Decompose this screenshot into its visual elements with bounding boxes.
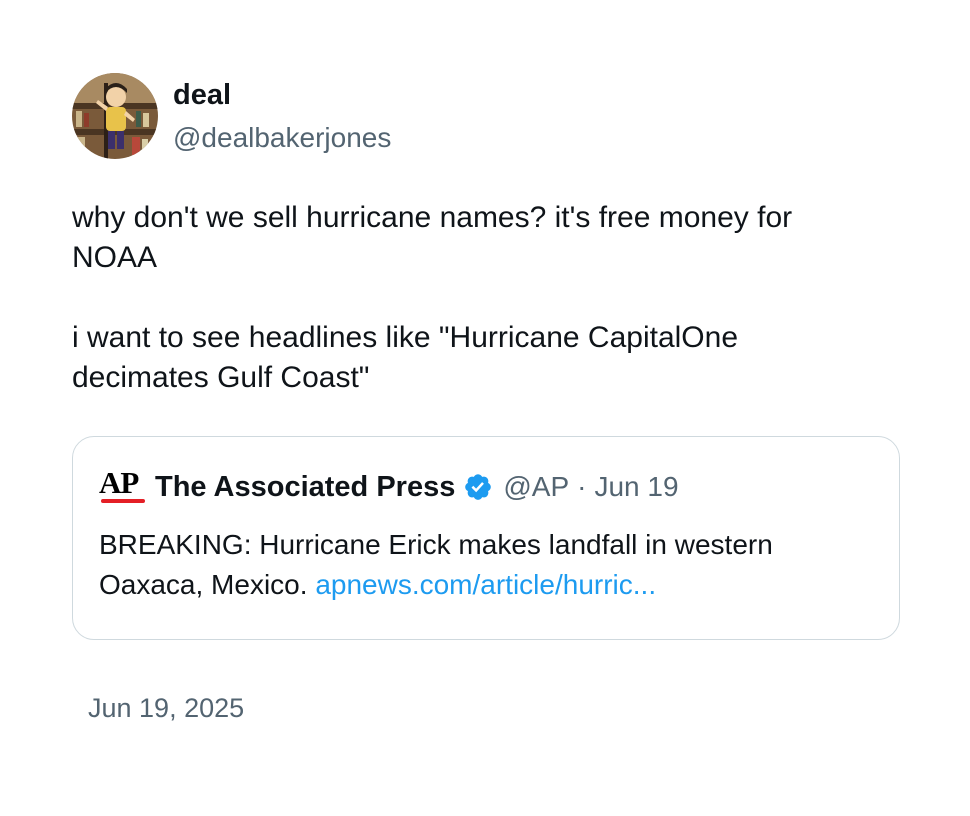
quote-article-link[interactable]: apnews.com/article/hurric... [315,569,656,600]
quote-display-name[interactable]: The Associated Press [155,471,455,504]
tweet-text: why don't we sell hurricane names? it's … [72,201,793,394]
ap-logo-text: AP [99,465,139,500]
tweet-author: deal @dealbakerjones [72,72,902,160]
quote-separator: · [577,471,587,502]
quote-handle[interactable]: @AP [503,471,569,503]
avatar-image [72,73,158,159]
ap-logo-icon: AP [99,466,145,508]
author-names: deal @dealbakerjones [173,77,391,156]
tweet: deal @dealbakerjones why don't we sell h… [72,72,902,726]
ap-logo-underline [101,499,145,503]
verified-badge-icon [463,472,493,502]
quote-date[interactable]: Jun 19 [594,471,678,503]
quote-header: AP The Associated Press @AP · Jun 19 [99,466,873,508]
author-handle[interactable]: @dealbakerjones [173,120,391,156]
author-display-name[interactable]: deal [173,77,391,113]
tweet-timestamp[interactable]: Jun 19, 2025 [88,690,902,726]
quote-body: BREAKING: Hurricane Erick makes landfall… [99,525,873,605]
quote-tweet-card[interactable]: AP The Associated Press @AP · Jun 19 BRE… [72,436,900,640]
avatar[interactable] [72,73,158,159]
